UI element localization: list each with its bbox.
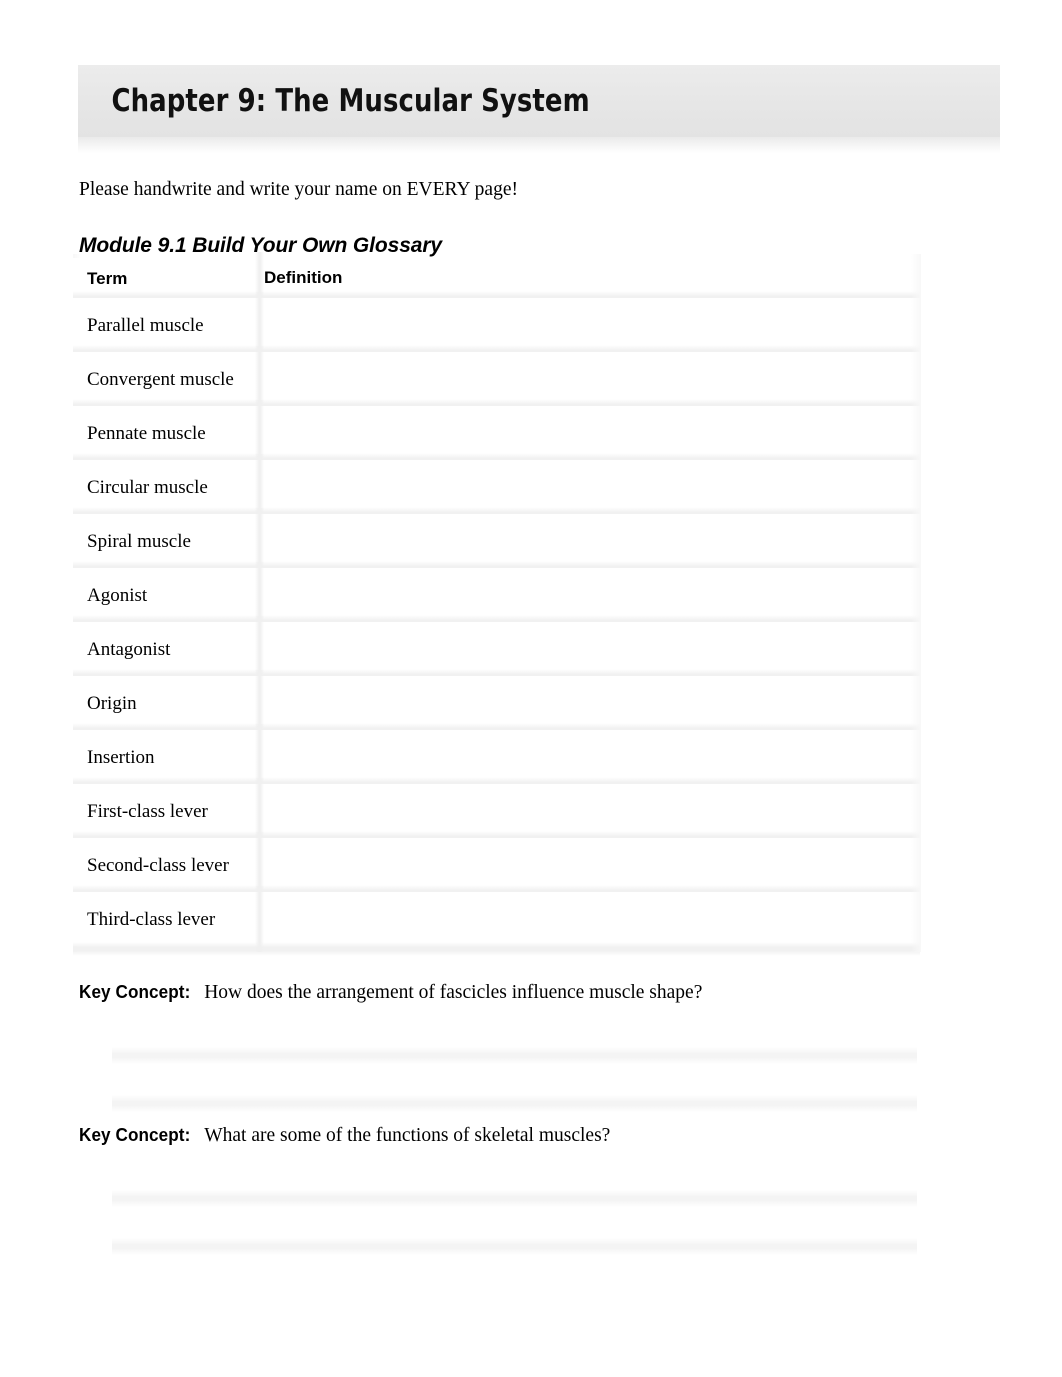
table-row: Pennate muscle xyxy=(73,400,920,467)
table-row: Parallel muscle xyxy=(73,292,920,359)
term-cell: Pennate muscle xyxy=(87,422,206,444)
key-concept-label: Key Concept: xyxy=(79,1125,191,1145)
definition-cell[interactable] xyxy=(264,622,910,676)
table-row: Convergent muscle xyxy=(73,346,920,413)
definition-cell[interactable] xyxy=(264,892,910,946)
key-concept-answer-area[interactable] xyxy=(112,1170,917,1262)
definition-cell[interactable] xyxy=(264,568,910,622)
table-row: First-class lever xyxy=(73,778,920,845)
document-page: Chapter 9: The Muscular System Please ha… xyxy=(0,0,1062,1377)
page-title: Chapter 9: The Muscular System xyxy=(111,83,590,119)
definition-cell[interactable] xyxy=(264,514,910,568)
definition-cell[interactable] xyxy=(264,406,910,460)
term-cell: Third-class lever xyxy=(87,908,216,930)
table-row: Third-class lever xyxy=(73,886,920,956)
key-concept-line: Key Concept: How does the arrangement of … xyxy=(79,980,979,1005)
key-concept-question: How does the arrangement of fascicles in… xyxy=(204,982,703,1003)
module-heading: Module 9.1 Build Your Own Glossary xyxy=(79,234,443,257)
glossary-table: Term Definition Parallel muscle Converge… xyxy=(73,252,921,956)
table-row: Second-class lever xyxy=(73,832,920,899)
definition-cell[interactable] xyxy=(264,352,910,406)
answer-line xyxy=(112,1190,917,1207)
term-cell: Convergent muscle xyxy=(87,368,234,390)
term-cell: Parallel muscle xyxy=(87,314,204,336)
term-cell: Circular muscle xyxy=(87,476,208,498)
definition-cell[interactable] xyxy=(264,676,910,730)
term-cell: Agonist xyxy=(87,584,148,606)
term-cell: First-class lever xyxy=(87,800,208,822)
key-concept-question: What are some of the functions of skelet… xyxy=(204,1125,611,1146)
definition-cell[interactable] xyxy=(264,838,910,892)
answer-line xyxy=(112,1047,917,1064)
table-header-row: Term Definition xyxy=(73,252,920,305)
term-cell: Insertion xyxy=(87,746,155,768)
table-row: Spiral muscle xyxy=(73,508,920,575)
key-concept-answer-area[interactable] xyxy=(112,1027,917,1119)
answer-line xyxy=(112,1238,917,1255)
term-cell: Second-class lever xyxy=(87,854,229,876)
key-concept-block-2: Key Concept: What are some of the functio… xyxy=(79,1123,979,1262)
table-row: Origin xyxy=(73,670,920,737)
term-cell: Spiral muscle xyxy=(87,530,191,552)
column-header-term: Term xyxy=(87,268,128,288)
definition-cell[interactable] xyxy=(264,784,910,838)
instruction-text: Please handwrite and write your name on … xyxy=(79,179,518,200)
term-cell: Origin xyxy=(87,692,137,714)
table-row: Agonist xyxy=(73,562,920,629)
key-concept-line: Key Concept: What are some of the functio… xyxy=(79,1123,979,1148)
answer-line xyxy=(112,1095,917,1112)
table-row: Insertion xyxy=(73,724,920,791)
definition-cell[interactable] xyxy=(264,298,910,352)
chapter-title-banner: Chapter 9: The Muscular System xyxy=(78,65,1000,153)
key-concept-label: Key Concept: xyxy=(79,982,191,1002)
definition-cell[interactable] xyxy=(264,730,910,784)
column-header-definition: Definition xyxy=(264,268,343,287)
table-row: Circular muscle xyxy=(73,454,920,521)
key-concept-block-1: Key Concept: How does the arrangement of … xyxy=(79,980,979,1119)
definition-cell[interactable] xyxy=(264,460,910,514)
table-row: Antagonist xyxy=(73,616,920,683)
term-cell: Antagonist xyxy=(87,638,171,660)
